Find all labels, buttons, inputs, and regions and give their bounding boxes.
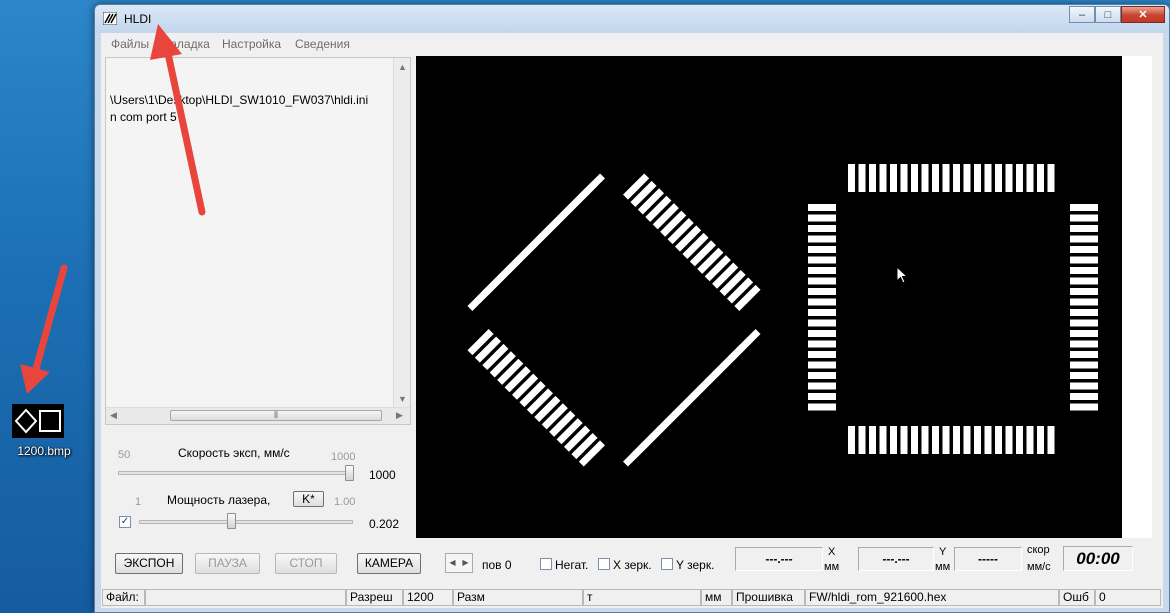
arrow-to-title-icon — [150, 24, 206, 216]
annotation-arrows — [20, 24, 206, 394]
arrow-to-desktop-icon — [20, 264, 68, 394]
